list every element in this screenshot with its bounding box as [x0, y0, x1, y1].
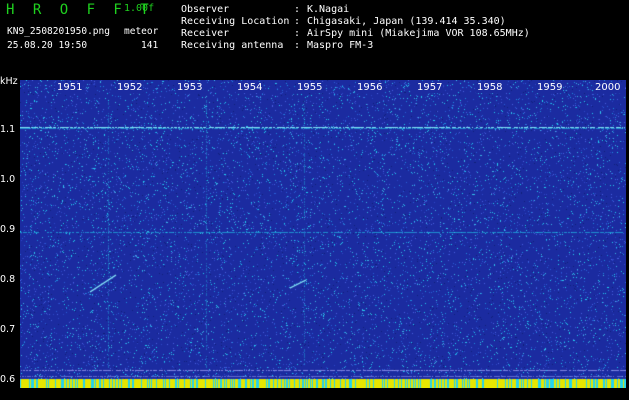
x-tick-1959: 1959 [536, 82, 564, 93]
app-version: 1.00f [124, 3, 155, 14]
file-name: KN9_2508201950.png [7, 26, 110, 37]
y-tick-0.7: 0.7 [0, 324, 16, 335]
spectrogram [20, 80, 626, 388]
x-tick-1952: 1952 [116, 82, 144, 93]
spectrogram-canvas [20, 80, 626, 388]
x-tick-2000: 2000 [594, 82, 622, 93]
x-tick-1955: 1955 [296, 82, 324, 93]
antenna-value: Maspro FM-3 [307, 40, 374, 51]
antenna-sep: : [294, 40, 301, 51]
y-tick-0.9: 0.9 [0, 224, 16, 235]
receiver-sep: : [294, 28, 301, 39]
y-tick-0.8: 0.8 [0, 274, 16, 285]
x-tick-1954: 1954 [236, 82, 264, 93]
meteor-count: 141 [141, 40, 159, 51]
observer-key: Observer [181, 4, 230, 15]
location-value: Chigasaki, Japan (139.414 35.340) [307, 16, 506, 27]
hroff-window: H R O F F T 1.00f KN9_2508201950.png met… [0, 0, 629, 400]
capture-datetime: 25.08.20 19:50 [7, 40, 88, 51]
y-tick-1.1: 1.1 [0, 124, 16, 135]
x-tick-1957: 1957 [416, 82, 444, 93]
x-tick-1951: 1951 [56, 82, 84, 93]
receiver-value: AirSpy mini (Miakejima VOR 108.65MHz) [307, 28, 530, 39]
x-tick-1953: 1953 [176, 82, 204, 93]
antenna-key: Receiving antenna [181, 40, 284, 51]
location-key: Receiving Location [181, 16, 290, 27]
x-tick-1958: 1958 [476, 82, 504, 93]
x-tick-1956: 1956 [356, 82, 384, 93]
y-tick-0.6: 0.6 [0, 374, 16, 385]
receiver-key: Receiver [181, 28, 230, 39]
y-tick-1.0: 1.0 [0, 174, 16, 185]
mode-label: meteor [124, 26, 159, 37]
observer-sep: : [294, 4, 301, 15]
observer-value: K.Nagai [307, 4, 350, 15]
y-axis-unit: kHz [0, 76, 18, 87]
location-sep: : [294, 16, 301, 27]
